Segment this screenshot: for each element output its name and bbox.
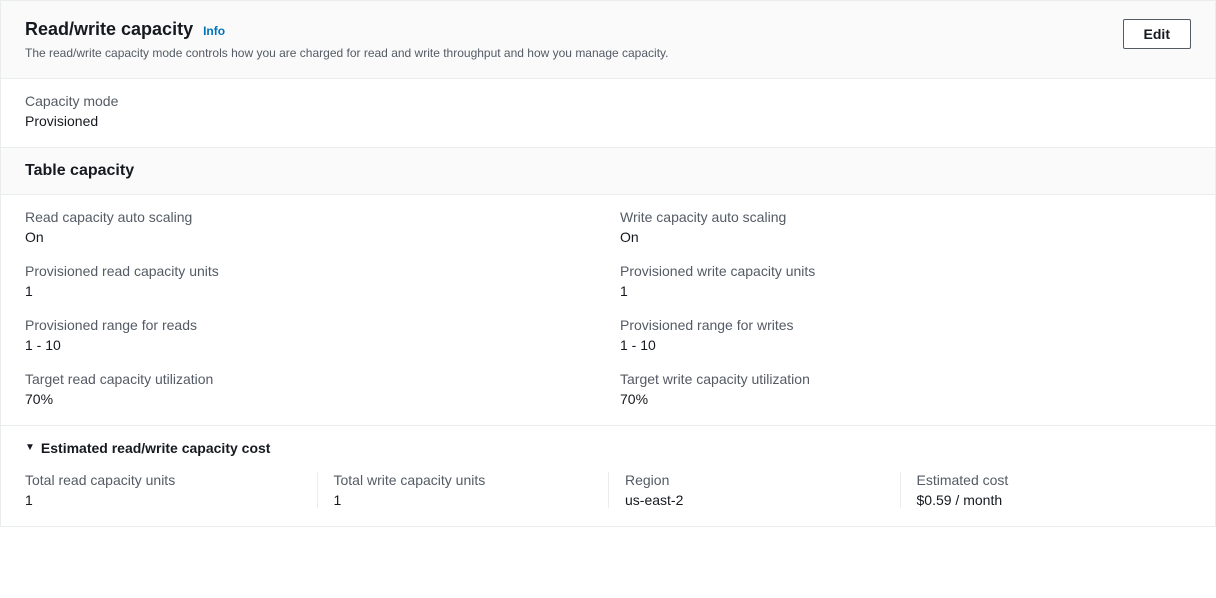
- capacity-mode-value: Provisioned: [25, 113, 1191, 129]
- cost-toggle[interactable]: ▼ Estimated read/write capacity cost: [25, 440, 1191, 456]
- write-target-util-value: 70%: [620, 391, 1191, 407]
- estimated-cost-value: $0.59 / month: [917, 492, 1176, 508]
- write-autoscaling-value: On: [620, 229, 1191, 245]
- write-range-label: Provisioned range for writes: [620, 317, 1191, 333]
- table-capacity-section: Read capacity auto scaling On Provisione…: [1, 195, 1215, 426]
- total-write-value: 1: [334, 492, 593, 508]
- capacity-mode-label: Capacity mode: [25, 93, 1191, 109]
- cost-cell-read: Total read capacity units 1: [25, 472, 317, 508]
- read-provisioned-units-value: 1: [25, 283, 596, 299]
- read-target-util-value: 70%: [25, 391, 596, 407]
- capacity-mode-section: Capacity mode Provisioned: [1, 79, 1215, 148]
- total-write-label: Total write capacity units: [334, 472, 593, 488]
- read-autoscaling-value: On: [25, 229, 596, 245]
- write-target-util-label: Target write capacity utilization: [620, 371, 1191, 387]
- read-autoscaling-label: Read capacity auto scaling: [25, 209, 596, 225]
- cost-cell-write: Total write capacity units 1: [317, 472, 609, 508]
- title-block: Read/write capacity Info The read/write …: [25, 19, 1123, 60]
- total-read-label: Total read capacity units: [25, 472, 301, 488]
- cost-cell-region: Region us-east-2: [608, 472, 900, 508]
- read-range-label: Provisioned range for reads: [25, 317, 596, 333]
- info-link[interactable]: Info: [203, 24, 225, 38]
- read-write-capacity-panel: Read/write capacity Info The read/write …: [0, 0, 1216, 527]
- write-provisioned-units-value: 1: [620, 283, 1191, 299]
- cost-section: ▼ Estimated read/write capacity cost Tot…: [1, 426, 1215, 526]
- write-range-value: 1 - 10: [620, 337, 1191, 353]
- cost-cell-estimate: Estimated cost $0.59 / month: [900, 472, 1192, 508]
- region-label: Region: [625, 472, 884, 488]
- cost-header-label: Estimated read/write capacity cost: [41, 440, 271, 456]
- read-target-util-label: Target read capacity utilization: [25, 371, 596, 387]
- write-autoscaling-label: Write capacity auto scaling: [620, 209, 1191, 225]
- write-column: Write capacity auto scaling On Provision…: [620, 209, 1191, 407]
- panel-description: The read/write capacity mode controls ho…: [25, 46, 1123, 60]
- read-provisioned-units-label: Provisioned read capacity units: [25, 263, 596, 279]
- edit-button[interactable]: Edit: [1123, 19, 1191, 49]
- total-read-value: 1: [25, 492, 301, 508]
- estimated-cost-label: Estimated cost: [917, 472, 1176, 488]
- region-value: us-east-2: [625, 492, 884, 508]
- read-range-value: 1 - 10: [25, 337, 596, 353]
- table-capacity-header: Table capacity: [1, 148, 1215, 195]
- panel-header: Read/write capacity Info The read/write …: [1, 1, 1215, 79]
- cost-grid: Total read capacity units 1 Total write …: [25, 472, 1191, 508]
- panel-title: Read/write capacity: [25, 19, 193, 40]
- read-column: Read capacity auto scaling On Provisione…: [25, 209, 596, 407]
- caret-down-icon: ▼: [25, 443, 35, 453]
- capacity-mode-block: Capacity mode Provisioned: [25, 93, 1191, 129]
- write-provisioned-units-label: Provisioned write capacity units: [620, 263, 1191, 279]
